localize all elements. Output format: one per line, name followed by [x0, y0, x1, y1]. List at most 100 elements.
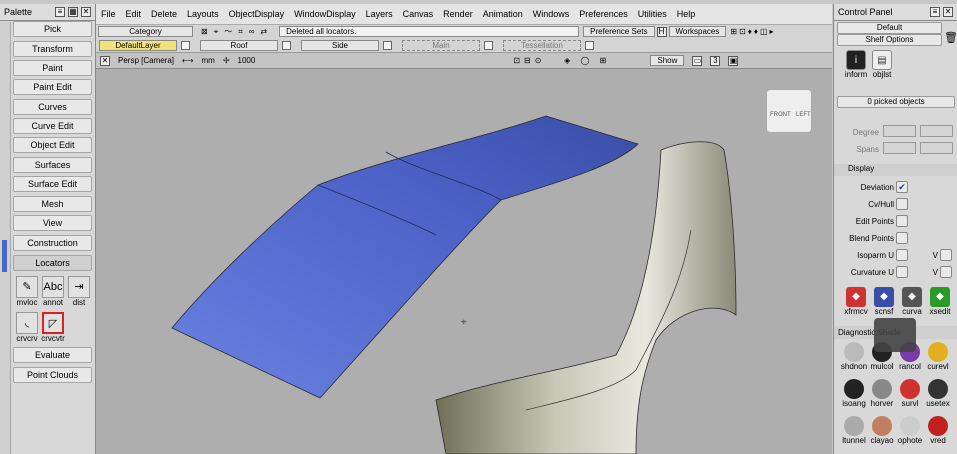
palette-button-construction[interactable]: Construction — [13, 235, 92, 251]
grid-icon[interactable]: ▦ — [68, 7, 78, 17]
diag-ltunnel[interactable]: ltunnel — [840, 416, 868, 445]
menu-render[interactable]: Render — [443, 9, 473, 19]
palette-button-curves[interactable]: Curves — [13, 99, 92, 115]
display-checkbox-cv-hull[interactable] — [896, 198, 908, 210]
palette-button-paint[interactable]: Paint — [13, 60, 92, 76]
category-dropdown[interactable]: Category — [98, 26, 193, 37]
viewport-number[interactable]: 3 — [710, 55, 721, 66]
layer-tessellation[interactable]: Tessellation — [503, 39, 581, 51]
display-section-header[interactable]: Display — [834, 164, 957, 176]
roof-surface[interactable] — [171, 115, 639, 399]
scene-canvas[interactable]: ⌖ — [96, 70, 832, 454]
layer-defaultlayer[interactable]: DefaultLayer — [99, 39, 177, 51]
menu-animation[interactable]: Animation — [483, 9, 523, 19]
shelf2-xfrmcv[interactable]: ◆ xfrmcv — [842, 287, 870, 316]
tool-annot[interactable]: Abc annot — [40, 276, 66, 307]
diag-ophote[interactable]: ophote — [896, 416, 924, 445]
diag-shdnon[interactable]: shdnon — [840, 342, 868, 371]
menu-layers[interactable]: Layers — [366, 9, 393, 19]
shelf2-curva[interactable]: ◆ curva — [898, 287, 926, 316]
palette-button-point-clouds[interactable]: Point Clouds — [13, 367, 92, 383]
layer-checkbox[interactable] — [282, 40, 291, 50]
palette-scrollbar[interactable] — [0, 22, 11, 454]
viewport-close-icon[interactable]: ✕ — [100, 55, 110, 66]
palette-button-transform[interactable]: Transform — [13, 41, 92, 57]
tool-crvcrv[interactable]: ◟ crvcrv — [14, 312, 40, 343]
palette-button-surfaces[interactable]: Surfaces — [13, 157, 92, 173]
workspace-icons[interactable]: ⊞⊡♦♦◫▸ — [730, 27, 775, 36]
overlay-popup-icon[interactable] — [874, 318, 916, 352]
layer-checkbox[interactable] — [181, 40, 190, 50]
palette-button-object-edit[interactable]: Object Edit — [13, 137, 92, 153]
view-tools-icons[interactable]: ⊡⊟⊙ ◈ ◯ ⊞ — [513, 56, 610, 65]
menu-edit[interactable]: Edit — [126, 9, 142, 19]
display-checkbox-curvature-u[interactable] — [896, 266, 908, 278]
display-checkbox-edit-points[interactable] — [896, 215, 908, 227]
diag-vred[interactable]: vred — [924, 416, 952, 445]
spans-field[interactable] — [883, 142, 916, 154]
tool-mvloc[interactable]: ✎ mvloc — [14, 276, 40, 307]
degree-field-2[interactable] — [920, 125, 953, 137]
display-v-checkbox[interactable] — [940, 249, 952, 261]
diag-survl[interactable]: survl — [896, 379, 924, 408]
layer-checkbox[interactable] — [585, 40, 594, 50]
menu-icon[interactable]: ≡ — [55, 7, 65, 17]
cp-menu-icon[interactable]: ≡ — [930, 7, 940, 17]
close-icon[interactable]: ✕ — [81, 7, 91, 17]
menu-objectdisplay[interactable]: ObjectDisplay — [229, 9, 285, 19]
layer-main[interactable]: Main — [402, 39, 480, 51]
palette-button-pick[interactable]: Pick — [13, 21, 92, 37]
palette-button-surface-edit[interactable]: Surface Edit — [13, 176, 92, 192]
display-checkbox-deviation[interactable]: ✔ — [896, 181, 908, 193]
display-checkbox-blend-points[interactable] — [896, 232, 908, 244]
menu-canvas[interactable]: Canvas — [403, 9, 434, 19]
tool-crvcvtr[interactable]: ◸ crvcvtr — [40, 312, 66, 343]
shelf2-xsedit[interactable]: ◆ xsedit — [926, 287, 954, 316]
workspaces-button[interactable]: Workspaces — [668, 26, 727, 37]
view-cube[interactable]: FRONT LEFT — [766, 89, 812, 133]
palette-button-curve-edit[interactable]: Curve Edit — [13, 118, 92, 134]
trash-icon[interactable]: 🗑 — [944, 31, 957, 44]
palette-button-evaluate[interactable]: Evaluate — [13, 347, 92, 363]
menu-windowdisplay[interactable]: WindowDisplay — [294, 9, 356, 19]
picked-objects-dropdown[interactable]: 0 picked objects — [837, 96, 955, 108]
menu-layouts[interactable]: Layouts — [187, 9, 219, 19]
shelf2-scnsf[interactable]: ◆ scnsf — [870, 287, 898, 316]
shelf-inform[interactable]: i inform — [842, 50, 870, 79]
shelf-objlst[interactable]: ▤ objlst — [868, 50, 896, 79]
menu-utilities[interactable]: Utilities — [638, 9, 667, 19]
layer-checkbox[interactable] — [383, 40, 392, 50]
menu-help[interactable]: Help — [677, 9, 696, 19]
shelf-options-button[interactable]: Shelf Options — [837, 34, 942, 46]
show-button[interactable]: Show — [650, 55, 685, 66]
lock-icon[interactable]: H — [656, 26, 667, 37]
toolbar-icons[interactable]: ⊠⌖〜⌗∞⇄ — [201, 26, 273, 37]
layout-icon[interactable]: ▭ — [692, 55, 703, 66]
palette-scroll-thumb[interactable] — [2, 240, 7, 272]
menu-delete[interactable]: Delete — [151, 9, 177, 19]
diag-clayao[interactable]: clayao — [868, 416, 896, 445]
maximize-icon[interactable]: ▣ — [728, 55, 739, 66]
menu-preferences[interactable]: Preferences — [579, 9, 628, 19]
diag-horver[interactable]: horver — [868, 379, 896, 408]
display-v-checkbox[interactable] — [940, 266, 952, 278]
cp-close-icon[interactable]: ✕ — [943, 7, 953, 17]
palette-button-locators[interactable]: Locators — [13, 255, 92, 271]
menu-windows[interactable]: Windows — [533, 9, 570, 19]
preference-sets-button[interactable]: Preference Sets — [583, 26, 655, 37]
diag-curevl[interactable]: curevl — [924, 342, 952, 371]
diag-isoang[interactable]: isoang — [840, 379, 868, 408]
layer-roof[interactable]: Roof — [200, 39, 278, 51]
spans-field-2[interactable] — [920, 142, 953, 154]
diag-usetex[interactable]: usetex — [924, 379, 952, 408]
menu-file[interactable]: File — [101, 9, 116, 19]
tool-dist[interactable]: ⇥ dist — [66, 276, 92, 307]
display-checkbox-isoparm-u[interactable] — [896, 249, 908, 261]
palette-button-view[interactable]: View — [13, 215, 92, 231]
degree-field[interactable] — [883, 125, 916, 137]
preset-dropdown[interactable]: Default — [837, 22, 942, 34]
viewport[interactable]: ✕ Persp [Camera] ⟷ mm ✢ 1000 ⊡⊟⊙ ◈ ◯ ⊞ Sho… — [96, 53, 832, 454]
palette-button-mesh[interactable]: Mesh — [13, 196, 92, 212]
layer-side[interactable]: Side — [301, 39, 379, 51]
layer-checkbox[interactable] — [484, 40, 493, 50]
